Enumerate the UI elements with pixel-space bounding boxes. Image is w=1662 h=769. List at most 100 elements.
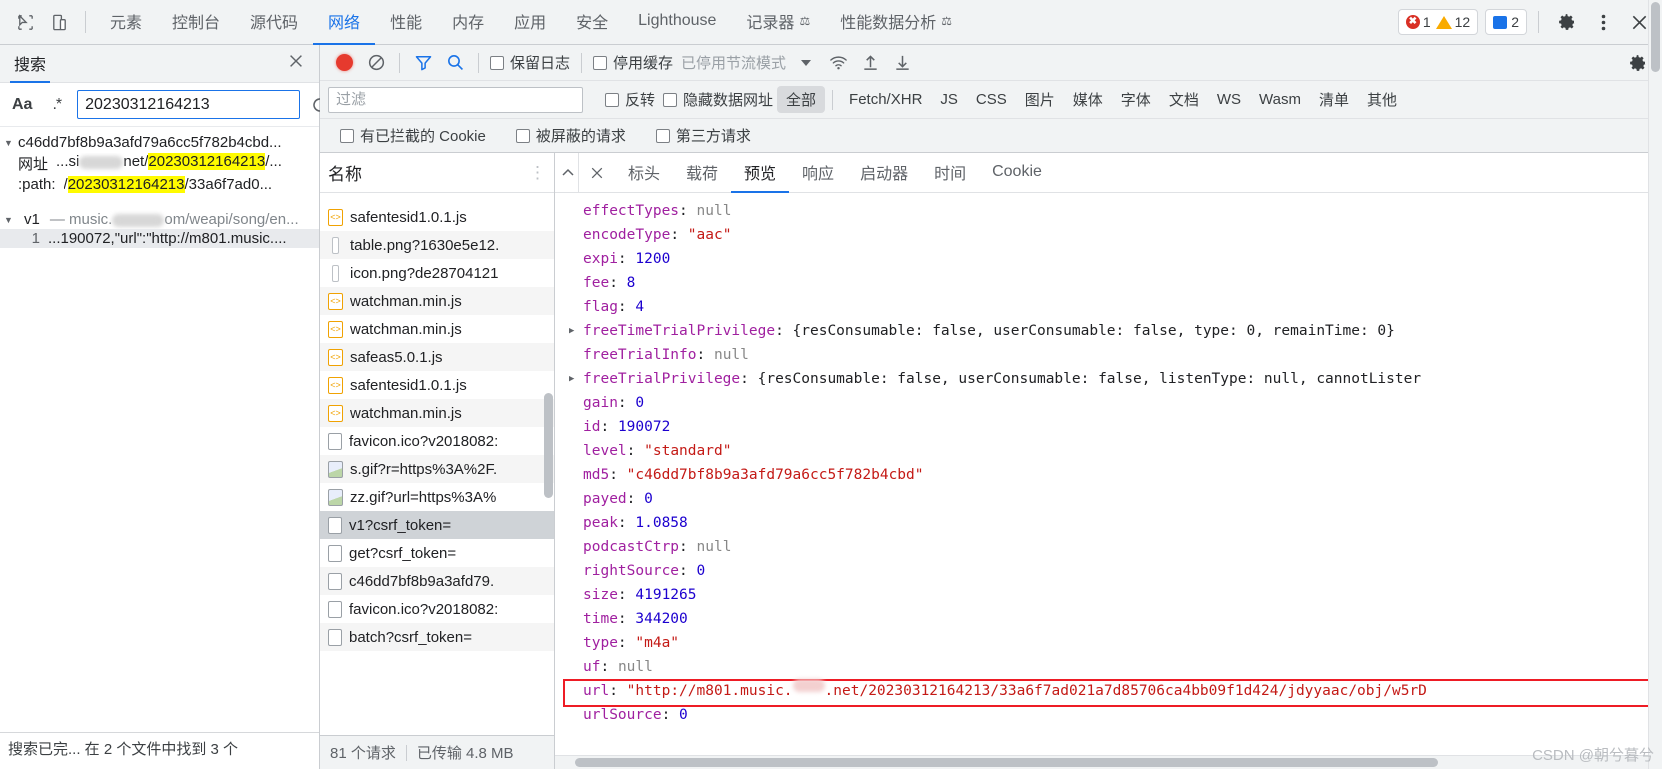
table-row[interactable]: zz.gif?url=https%3A% xyxy=(320,483,554,511)
tab-response[interactable]: 响应 xyxy=(789,153,847,193)
table-row[interactable]: batch?csrf_token= xyxy=(320,623,554,651)
blocked-requests-checkbox[interactable]: 被屏蔽的请求 xyxy=(512,125,630,146)
record-button[interactable] xyxy=(328,48,360,78)
json-row[interactable]: peak: 1.0858 xyxy=(555,511,1662,535)
filter-type-font[interactable]: 字体 xyxy=(1112,86,1160,113)
json-row[interactable]: podcastCtrp: null xyxy=(555,535,1662,559)
filter-type-ws[interactable]: WS xyxy=(1208,88,1250,111)
chevron-down-icon[interactable]: ▼ xyxy=(4,215,14,225)
tab-application[interactable]: 应用 xyxy=(499,0,561,45)
json-row[interactable]: encodeType: "aac" xyxy=(555,223,1662,247)
upload-arrow-icon[interactable] xyxy=(854,48,886,78)
scrollbar-thumb[interactable] xyxy=(575,758,1439,767)
json-row[interactable]: ▶ freeTimeTrialPrivilege: {resConsumable:… xyxy=(555,319,1662,343)
search-result-file[interactable]: ▼ v1 — music. om/weapi/song/en... xyxy=(0,210,319,229)
messages-counter[interactable]: 2 xyxy=(1485,9,1527,35)
hide-data-urls-checkbox[interactable]: 隐藏数据网址 xyxy=(659,89,777,110)
json-row[interactable]: md5: "c46dd7bf8b9a3afd79a6cc5f782b4cbd" xyxy=(555,463,1662,487)
wifi-icon[interactable] xyxy=(822,48,854,78)
filter-type-js[interactable]: JS xyxy=(931,88,967,111)
json-row[interactable]: fee: 8 xyxy=(555,271,1662,295)
json-row[interactable]: effectTypes: null xyxy=(555,199,1662,223)
third-party-requests-checkbox[interactable]: 第三方请求 xyxy=(652,125,755,146)
panel-vertical-scrollbar[interactable] xyxy=(1648,0,1662,769)
download-arrow-icon[interactable] xyxy=(886,48,918,78)
column-resize-handle[interactable]: ⋮ xyxy=(529,163,546,183)
search-result-line[interactable]: 1 ...190072,"url":"http://m801.music.... xyxy=(0,229,319,248)
filter-type-manifest[interactable]: 清单 xyxy=(1310,86,1358,113)
json-row[interactable]: freeTrialInfo: null xyxy=(555,343,1662,367)
tab-initiator[interactable]: 启动器 xyxy=(847,153,921,193)
invert-checkbox[interactable]: 反转 xyxy=(601,89,659,110)
table-row[interactable]: favicon.ico?v2018082: xyxy=(320,427,554,455)
blocked-cookies-checkbox[interactable]: 有已拦截的 Cookie xyxy=(336,125,490,146)
tab-recorder[interactable]: 记录器 ⚖ xyxy=(731,0,825,45)
json-row[interactable]: payed: 0 xyxy=(555,487,1662,511)
tab-console[interactable]: 控制台 xyxy=(157,0,235,45)
issues-counter[interactable]: ✖ 1 12 xyxy=(1397,9,1479,35)
table-row-selected[interactable]: v1?csrf_token= xyxy=(320,511,554,539)
scrollbar-thumb[interactable] xyxy=(544,393,553,498)
filter-type-wasm[interactable]: Wasm xyxy=(1250,88,1310,111)
filter-type-doc[interactable]: 文档 xyxy=(1160,86,1208,113)
request-list-scroll[interactable]: <> safentesid1.0.1.js table.png?1630e5e12… xyxy=(320,193,554,735)
chevron-down-icon[interactable]: ▼ xyxy=(4,138,14,148)
tab-performance[interactable]: 性能 xyxy=(375,0,437,45)
gear-icon[interactable] xyxy=(1550,5,1584,39)
filter-type-media[interactable]: 媒体 xyxy=(1064,86,1112,113)
warning-count-badge[interactable]: 12 xyxy=(1435,14,1470,30)
inspect-element-icon[interactable] xyxy=(8,5,42,39)
checkbox[interactable] xyxy=(340,128,354,143)
json-row[interactable]: size: 4191265 xyxy=(555,583,1662,607)
table-row[interactable]: <> safeas5.0.1.js xyxy=(320,343,554,371)
tab-performance-insights[interactable]: 性能数据分析 ⚖ xyxy=(825,0,967,45)
column-header-name[interactable]: 名称 xyxy=(328,160,362,185)
disable-cache-checkbox[interactable]: 停用缓存 xyxy=(589,52,677,73)
horizontal-scrollbar[interactable] xyxy=(555,755,1662,769)
tab-security[interactable]: 安全 xyxy=(561,0,623,45)
tab-payload[interactable]: 载荷 xyxy=(673,153,731,193)
search-icon[interactable] xyxy=(439,48,471,78)
tab-timing[interactable]: 时间 xyxy=(921,153,979,193)
filter-type-fetch-xhr[interactable]: Fetch/XHR xyxy=(840,88,931,111)
filter-type-img[interactable]: 图片 xyxy=(1016,86,1064,113)
json-row[interactable]: level: "standard" xyxy=(555,439,1662,463)
json-row[interactable]: uf: null xyxy=(555,655,1662,679)
checkbox[interactable] xyxy=(605,92,619,107)
tab-headers[interactable]: 标头 xyxy=(615,153,673,193)
chevron-down-icon[interactable] xyxy=(790,48,822,78)
json-row[interactable]: expi: 1200 xyxy=(555,247,1662,271)
checkbox[interactable] xyxy=(655,128,670,143)
json-row[interactable]: flag: 4 xyxy=(555,295,1662,319)
table-row[interactable]: <> watchman.min.js xyxy=(320,399,554,427)
table-row[interactable]: favicon.ico?v2018082: xyxy=(320,595,554,623)
expand-triangle-icon[interactable]: ▶ xyxy=(569,367,583,391)
table-row[interactable]: icon.png?de28704121 xyxy=(320,259,554,287)
kebab-menu-icon[interactable] xyxy=(1586,5,1620,39)
search-result-line[interactable]: 网址 ...si net/20230312164213/... xyxy=(0,152,319,175)
search-result-line[interactable]: :path: /20230312164213/33a6f7ad0... xyxy=(0,175,319,194)
tab-elements[interactable]: 元素 xyxy=(95,0,157,45)
json-row[interactable]: ▶ freeTrialPrivilege: {resConsumable: fal… xyxy=(555,367,1662,391)
checkbox[interactable] xyxy=(663,92,678,107)
json-row[interactable]: id: 190072 xyxy=(555,415,1662,439)
error-count-badge[interactable]: ✖ 1 xyxy=(1405,14,1431,30)
json-row[interactable]: gain: 0 xyxy=(555,391,1662,415)
table-row[interactable]: <> watchman.min.js xyxy=(320,315,554,343)
tab-lighthouse[interactable]: Lighthouse xyxy=(623,0,731,45)
filter-type-other[interactable]: 其他 xyxy=(1358,86,1406,113)
checkbox[interactable] xyxy=(593,55,608,70)
table-row[interactable]: <> watchman.min.js xyxy=(320,287,554,315)
regex-button[interactable]: .* xyxy=(46,94,67,116)
json-row-highlighted[interactable]: url: "http://m801.music. .net/20230312164… xyxy=(555,679,1662,707)
table-row[interactable]: <> safentesid1.0.1.js xyxy=(320,371,554,399)
table-row[interactable] xyxy=(320,193,554,203)
tab-memory[interactable]: 内存 xyxy=(437,0,499,45)
clear-icon[interactable] xyxy=(360,48,392,78)
filter-type-all[interactable]: 全部 xyxy=(777,86,826,113)
filter-type-css[interactable]: CSS xyxy=(967,88,1016,111)
scroll-up-icon[interactable] xyxy=(557,152,579,193)
close-icon[interactable] xyxy=(579,153,615,193)
json-row[interactable]: time: 344200 xyxy=(555,607,1662,631)
json-row[interactable]: type: "m4a" xyxy=(555,631,1662,655)
